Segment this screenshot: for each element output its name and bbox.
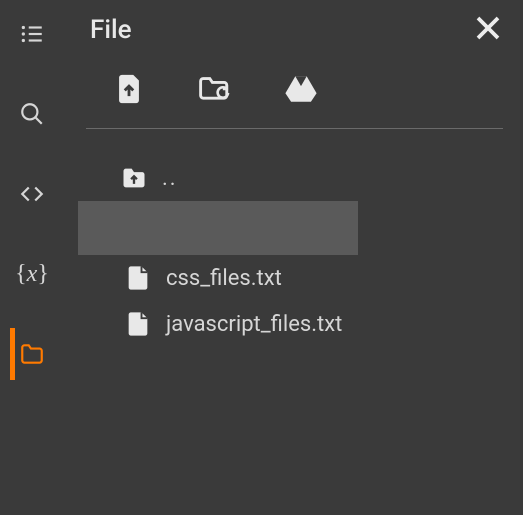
tree-row-file[interactable]: javascript_files.txt <box>78 301 503 347</box>
sidebar-item-search[interactable] <box>0 98 64 130</box>
sidebar: {x} <box>0 0 64 515</box>
sidebar-item-files[interactable] <box>0 338 64 370</box>
sidebar-item-code[interactable] <box>0 178 64 210</box>
gdrive-icon <box>284 72 318 106</box>
folder-up-icon <box>120 164 148 192</box>
search-icon <box>19 101 45 127</box>
tree-row-selected[interactable] <box>78 201 358 255</box>
sidebar-item-vars[interactable]: {x} <box>0 258 64 290</box>
file-icon <box>124 310 152 338</box>
file-tree: .. css_files.txt javascript_files.txt <box>78 129 503 347</box>
close-icon <box>473 13 503 43</box>
tree-row-up[interactable]: .. <box>78 155 503 201</box>
folder-refresh-icon <box>198 72 232 106</box>
file-toolbar <box>78 50 503 128</box>
list-icon <box>19 21 45 47</box>
folder-icon <box>19 341 45 367</box>
code-icon <box>19 181 45 207</box>
tree-file-label: javascript_files.txt <box>166 312 342 337</box>
close-button[interactable] <box>473 13 503 47</box>
tree-file-label: css_files.txt <box>166 266 282 291</box>
tree-up-label: .. <box>162 166 178 191</box>
refresh-folder-button[interactable] <box>198 72 232 110</box>
panel-header: File <box>78 10 503 50</box>
upload-button[interactable] <box>112 72 146 110</box>
panel-title: File <box>78 15 132 45</box>
file-panel: File <box>64 0 523 515</box>
sidebar-item-toc[interactable] <box>0 18 64 50</box>
file-icon <box>124 264 152 292</box>
tree-row-file[interactable]: css_files.txt <box>78 255 503 301</box>
variable-icon: {x} <box>15 261 49 288</box>
gdrive-button[interactable] <box>284 72 318 110</box>
file-upload-icon <box>112 72 146 106</box>
app-root: {x} File <box>0 0 523 515</box>
